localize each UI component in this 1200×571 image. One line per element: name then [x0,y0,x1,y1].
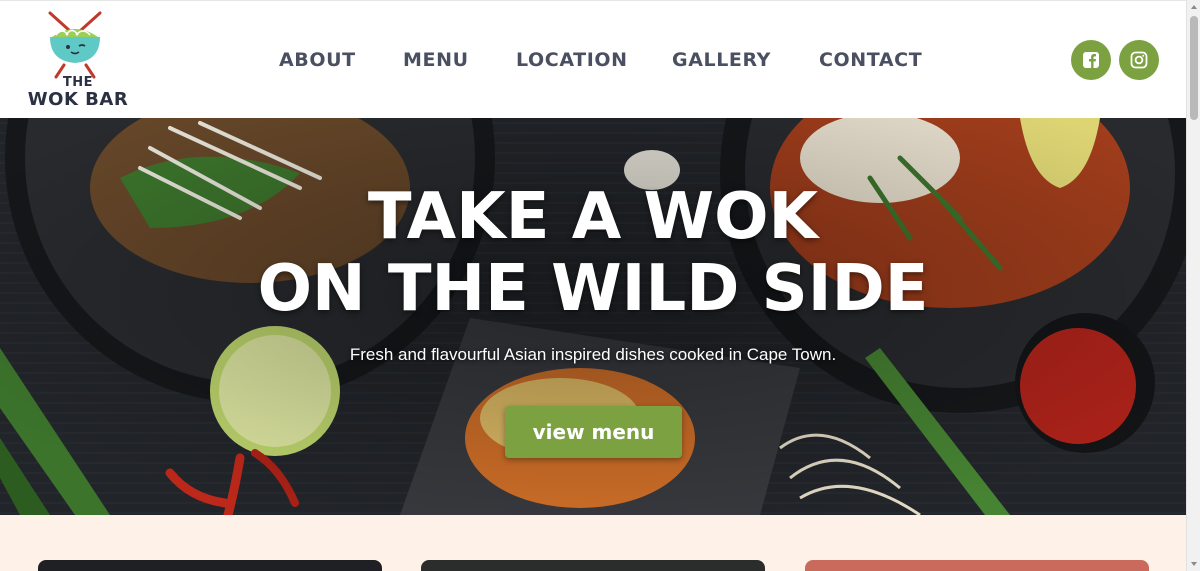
hero-title-line1: TAKE A WOK [367,180,819,254]
feature-card-3[interactable] [805,560,1149,571]
feature-card-1[interactable] [38,560,382,571]
view-menu-button[interactable]: view menu [505,406,682,458]
featured-section [0,515,1186,571]
logo-the-text: THE [62,75,94,90]
page: THE WOK BAR ABOUT MENU LOCATION GALLERY … [0,0,1200,571]
hero-subtitle: Fresh and flavourful Asian inspired dish… [349,345,837,364]
nav-about[interactable]: ABOUT [279,49,356,71]
feature-card-2[interactable] [421,560,765,571]
facebook-icon [1083,52,1099,68]
instagram-icon [1130,51,1148,69]
scroll-up-icon[interactable] [1190,3,1198,11]
facebook-button[interactable] [1071,40,1111,80]
scrollbar-thumb[interactable] [1190,16,1198,120]
page-scrollbar[interactable] [1186,0,1200,571]
nav-gallery[interactable]: GALLERY [672,49,771,71]
logo[interactable]: THE WOK BAR [26,9,130,113]
hero-title-line2: ON THE WILD SIDE [257,252,929,326]
logo-name-text: WOK BAR [27,89,129,110]
nav-contact[interactable]: CONTACT [819,49,922,71]
instagram-button[interactable] [1119,40,1159,80]
hero-section: TAKE A WOK ON THE WILD SIDE Fresh and fl… [0,118,1186,515]
nav-location[interactable]: LOCATION [516,49,628,71]
site-header: THE WOK BAR ABOUT MENU LOCATION GALLERY … [0,0,1186,118]
bowl-logo-icon [48,11,102,79]
scroll-down-icon[interactable] [1190,560,1198,568]
nav-menu[interactable]: MENU [403,49,469,71]
